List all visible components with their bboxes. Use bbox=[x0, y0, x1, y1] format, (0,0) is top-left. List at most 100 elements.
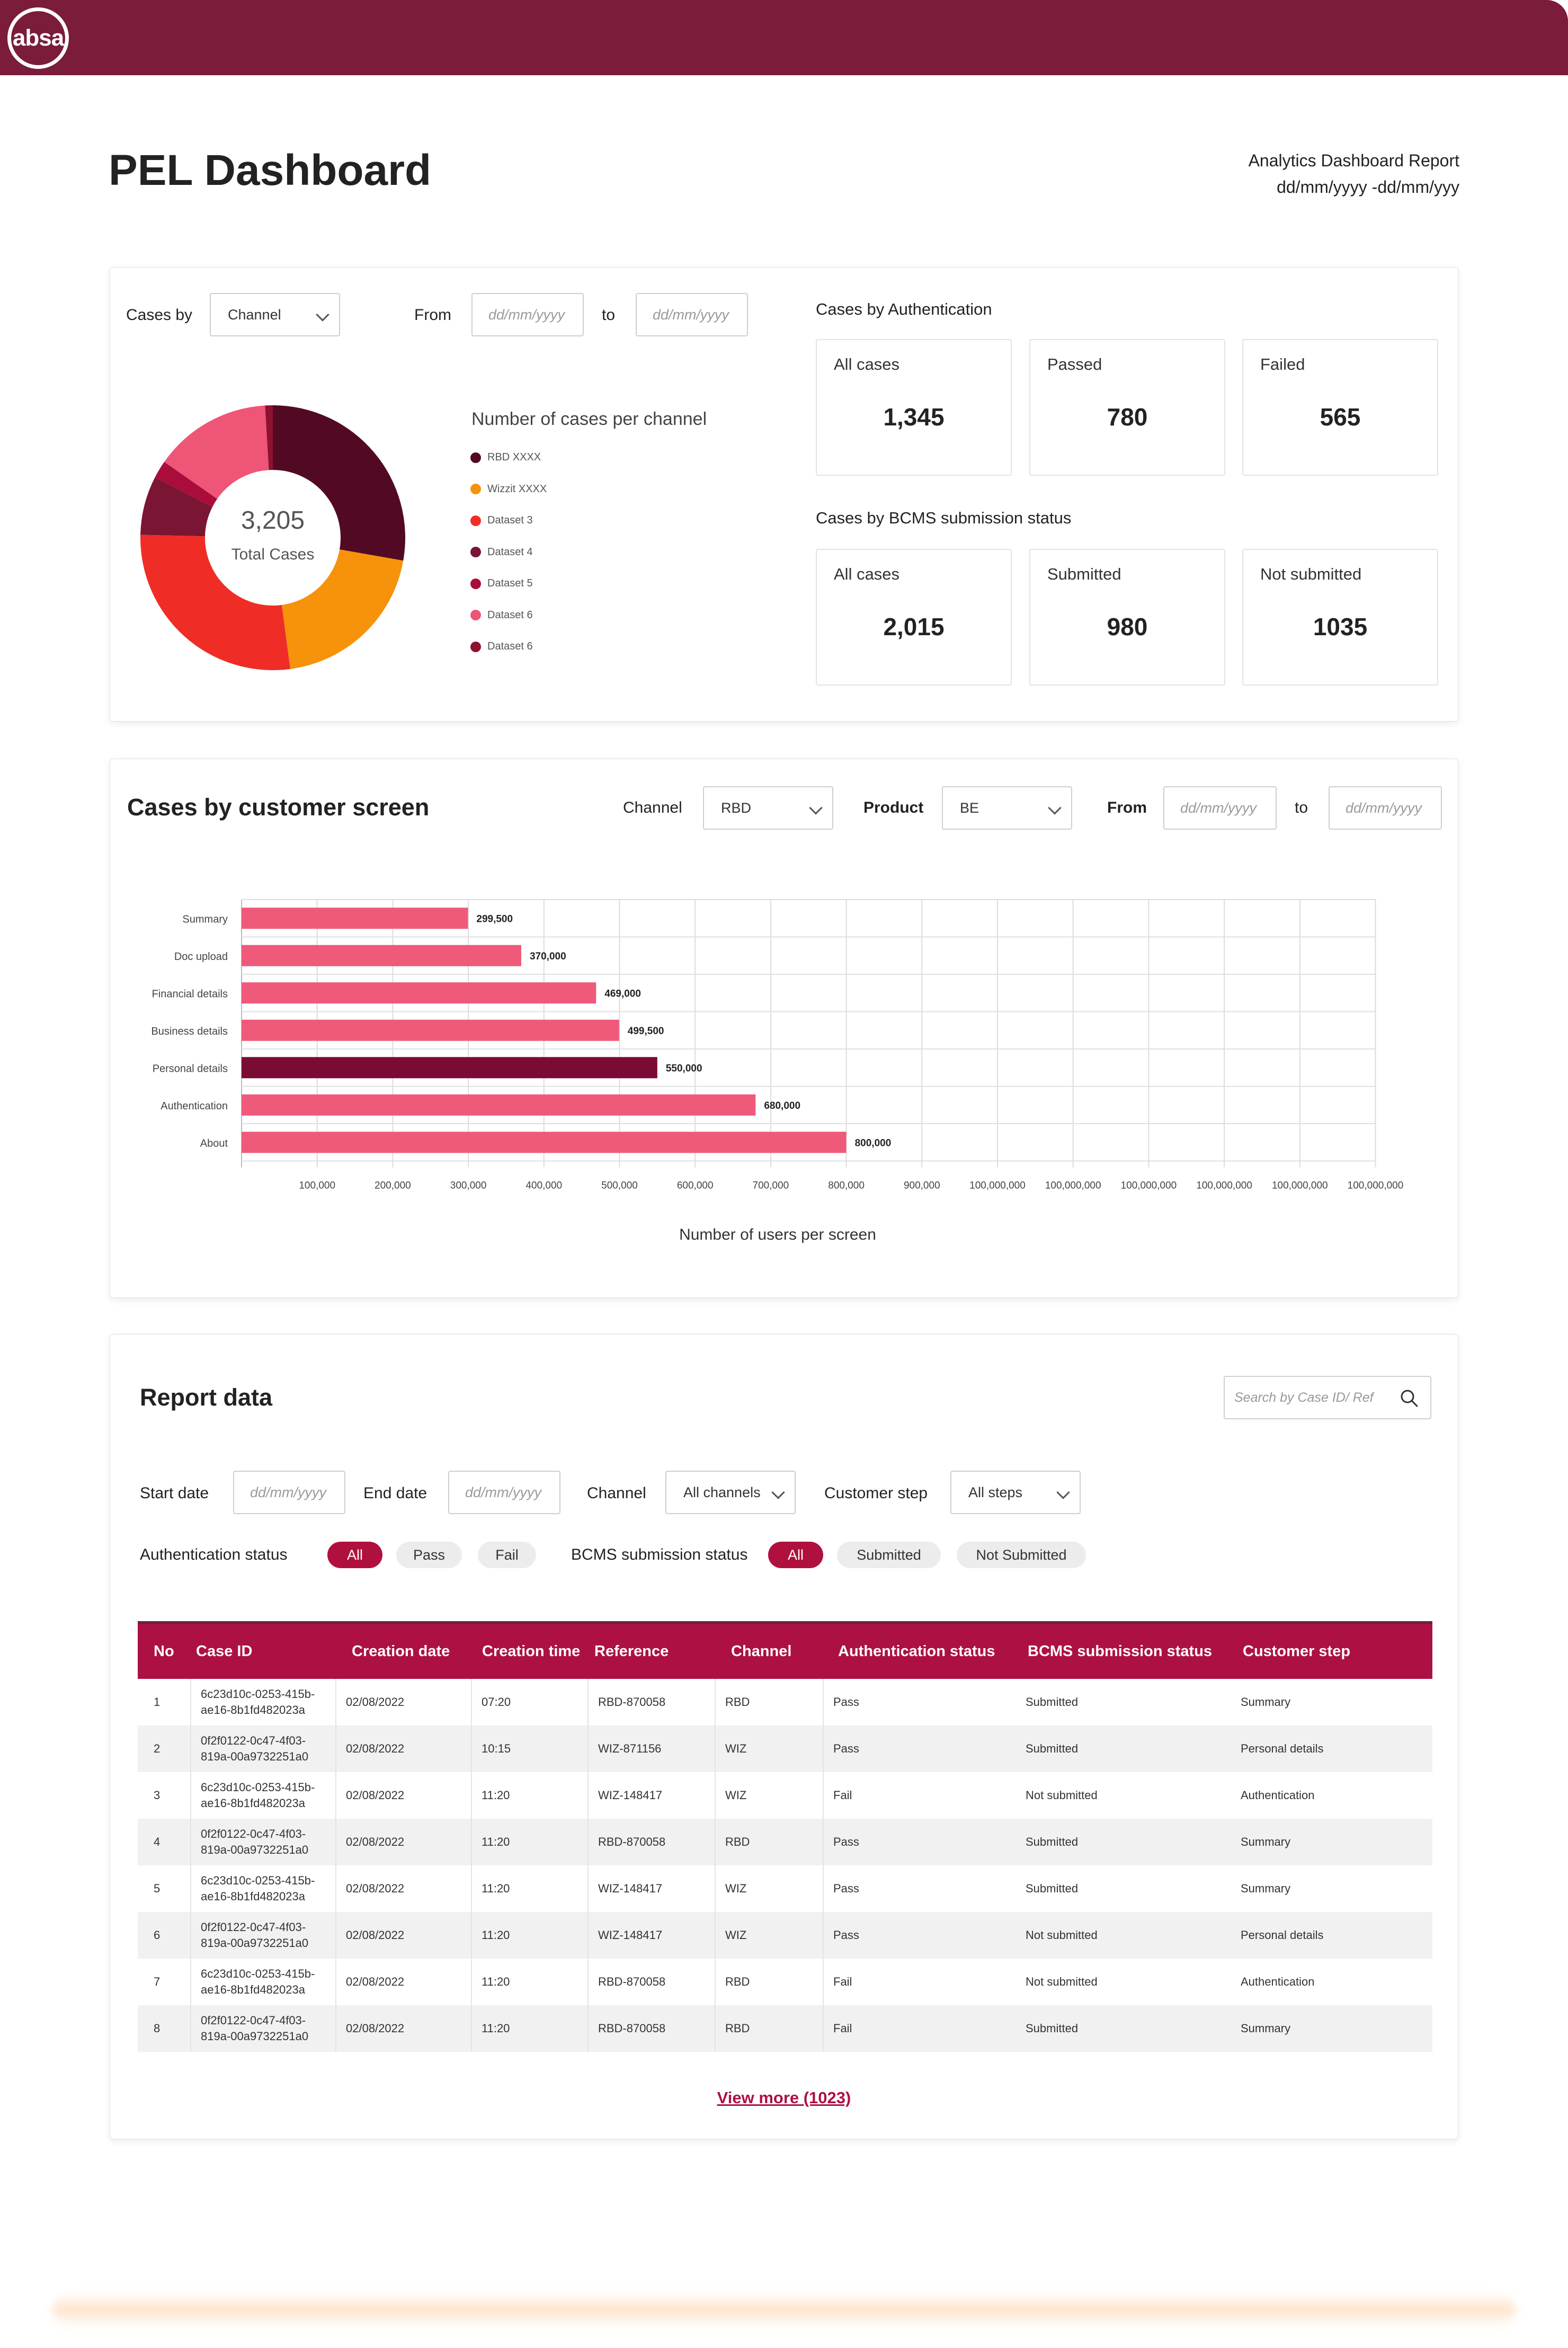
bar-category-label: Personal details bbox=[153, 1063, 228, 1074]
screen-from-date-input[interactable] bbox=[1163, 786, 1277, 830]
donut-total-value: 3,205 bbox=[241, 506, 305, 535]
cell-bcms-status: Submitted bbox=[1016, 2005, 1231, 2052]
bar-category-label: Financial details bbox=[152, 988, 228, 1000]
bcms-pill-all[interactable]: All bbox=[768, 1542, 823, 1568]
cell-reference: RBD-870058 bbox=[588, 1819, 716, 1865]
col-header-bcms-status[interactable]: BCMS submission status bbox=[1016, 1621, 1231, 1679]
cell-reference: WIZ-148417 bbox=[588, 1865, 716, 1912]
table-row[interactable]: 6 0f2f0122-0c47-4f03-819a-00a9732251a0 02/… bbox=[138, 1912, 1432, 1959]
auth-pill-pass[interactable]: Pass bbox=[396, 1542, 462, 1568]
screen-to-date-input[interactable] bbox=[1329, 786, 1442, 830]
cell-auth-status: Pass bbox=[823, 1726, 1016, 1772]
channel-label: Channel bbox=[623, 799, 682, 816]
channel-select[interactable]: RBD bbox=[703, 786, 833, 830]
cell-no: 6 bbox=[138, 1912, 191, 1959]
col-header-channel[interactable]: Channel bbox=[715, 1621, 823, 1679]
cell-no: 1 bbox=[138, 1679, 191, 1726]
cell-reference: RBD-870058 bbox=[588, 2005, 716, 2052]
col-header-creation-time[interactable]: Creation time bbox=[471, 1621, 588, 1679]
table-row[interactable]: 1 6c23d10c-0253-415b-ae16-8b1fd482023a 02/… bbox=[138, 1679, 1432, 1726]
legend-item: Wizzit XXXX bbox=[470, 483, 547, 495]
col-header-creation-date[interactable]: Creation date bbox=[336, 1621, 471, 1679]
stat-value: 1,345 bbox=[883, 403, 945, 431]
x-tick-label: 600,000 bbox=[677, 1180, 714, 1191]
absa-logo[interactable]: absa bbox=[7, 7, 69, 69]
chevron-down-icon bbox=[771, 1486, 785, 1499]
bar[interactable] bbox=[242, 1132, 847, 1153]
bar[interactable] bbox=[242, 945, 521, 966]
col-header-customer-step[interactable]: Customer step bbox=[1231, 1621, 1432, 1679]
col-header-reference[interactable]: Reference bbox=[588, 1621, 715, 1679]
cell-bcms-status: Submitted bbox=[1026, 1695, 1079, 1709]
to-date-input[interactable] bbox=[636, 293, 748, 336]
cell-auth-status: Pass bbox=[823, 1819, 1016, 1865]
cell-no: 2 bbox=[138, 1726, 191, 1772]
table-row[interactable]: 7 6c23d10c-0253-415b-ae16-8b1fd482023a 02/… bbox=[138, 1959, 1432, 2005]
customer-screen-title: Cases by customer screen bbox=[127, 794, 430, 821]
auth-pill-fail[interactable]: Fail bbox=[478, 1542, 536, 1568]
cell-channel: RBD bbox=[715, 2005, 824, 2052]
table-row[interactable]: 8 0f2f0122-0c47-4f03-819a-00a9732251a0 02/… bbox=[138, 2005, 1432, 2052]
report-channel-label: Channel bbox=[587, 1484, 646, 1502]
bar[interactable] bbox=[242, 1094, 756, 1116]
table-row[interactable]: 5 6c23d10c-0253-415b-ae16-8b1fd482023a 02/… bbox=[138, 1865, 1432, 1912]
legend-item: Dataset 5 bbox=[470, 577, 533, 590]
legend-item: Dataset 6 bbox=[470, 641, 533, 653]
product-select[interactable]: BE bbox=[942, 786, 1072, 830]
bar[interactable] bbox=[242, 1057, 657, 1079]
cell-channel: RBD bbox=[715, 1959, 824, 2005]
legend-item: RBD XXXX bbox=[470, 451, 541, 464]
donut-total-label: Total Cases bbox=[231, 546, 315, 563]
cell-reference: RBD-870058 bbox=[588, 1679, 716, 1726]
end-date-label: End date bbox=[363, 1484, 427, 1502]
from-date-input[interactable] bbox=[471, 293, 584, 336]
bar[interactable] bbox=[242, 1019, 619, 1041]
bar-value-label: 299,500 bbox=[476, 913, 513, 924]
bar[interactable] bbox=[242, 982, 596, 1004]
auth-pill-all[interactable]: All bbox=[327, 1542, 382, 1568]
bcms-pill-not-submitted[interactable]: Not Submitted bbox=[957, 1542, 1086, 1568]
stat-label: Passed bbox=[1047, 355, 1102, 373]
legend-label: Dataset 3 bbox=[487, 514, 533, 526]
report-search-input[interactable] bbox=[1225, 1377, 1394, 1418]
table-row[interactable]: 2 0f2f0122-0c47-4f03-819a-00a9732251a0 02/… bbox=[138, 1726, 1432, 1772]
cell-no: 4 bbox=[138, 1819, 191, 1865]
cell-bcms-status: Not submitted bbox=[1026, 1975, 1098, 1988]
auth-status-label: Authentication status bbox=[140, 1546, 288, 1563]
cell-creation-date: 02/08/2022 bbox=[336, 1819, 472, 1865]
customer-step-select[interactable]: All steps bbox=[950, 1471, 1081, 1514]
stat-label: Submitted bbox=[1047, 565, 1121, 583]
col-header-case-id[interactable]: Case ID bbox=[191, 1621, 336, 1679]
bcms-section-title: Cases by BCMS submission status bbox=[816, 509, 1072, 527]
view-more-link[interactable]: View more (1023) bbox=[0, 2088, 1568, 2107]
start-date-input[interactable] bbox=[233, 1471, 345, 1514]
cell-bcms-status: Submitted bbox=[1026, 1882, 1079, 1895]
donut-slice[interactable] bbox=[273, 405, 406, 561]
cases-by-select[interactable]: Channel bbox=[210, 293, 340, 336]
stat-value: 2,015 bbox=[883, 613, 945, 641]
x-tick-label: 700,000 bbox=[753, 1180, 789, 1191]
stat-label: Failed bbox=[1260, 355, 1305, 373]
cell-creation-time: 11:20 bbox=[471, 1819, 589, 1865]
report-channel-select[interactable]: All channels bbox=[665, 1471, 796, 1514]
donut-slice[interactable] bbox=[281, 549, 404, 669]
stat-label: All cases bbox=[834, 565, 900, 583]
cell-customer-step: Summary bbox=[1231, 1819, 1432, 1865]
search-icon[interactable] bbox=[1400, 1389, 1419, 1408]
bar[interactable] bbox=[242, 908, 468, 929]
bcms-pill-submitted[interactable]: Submitted bbox=[837, 1542, 941, 1568]
cell-case-id: 6c23d10c-0253-415b-ae16-8b1fd482023a bbox=[191, 1772, 336, 1819]
cell-creation-time: 11:20 bbox=[471, 1959, 589, 2005]
table-row[interactable]: 4 0f2f0122-0c47-4f03-819a-00a9732251a0 02/… bbox=[138, 1819, 1432, 1865]
cell-reference: WIZ-148417 bbox=[588, 1912, 716, 1959]
table-row[interactable]: 3 6c23d10c-0253-415b-ae16-8b1fd482023a 02/… bbox=[138, 1772, 1432, 1819]
legend-label: Dataset 5 bbox=[487, 577, 533, 589]
end-date-input[interactable] bbox=[448, 1471, 560, 1514]
col-header-no[interactable]: No bbox=[138, 1621, 191, 1679]
report-header: Analytics Dashboard Report dd/mm/yyyy -d… bbox=[1249, 147, 1459, 200]
from-label: From bbox=[414, 306, 451, 324]
x-tick-label: 800,000 bbox=[828, 1180, 865, 1191]
col-header-auth-status[interactable]: Authentication status bbox=[823, 1621, 1016, 1679]
page-title: PEL Dashboard bbox=[109, 146, 432, 194]
cell-customer-step: Authentication bbox=[1241, 1975, 1315, 1988]
